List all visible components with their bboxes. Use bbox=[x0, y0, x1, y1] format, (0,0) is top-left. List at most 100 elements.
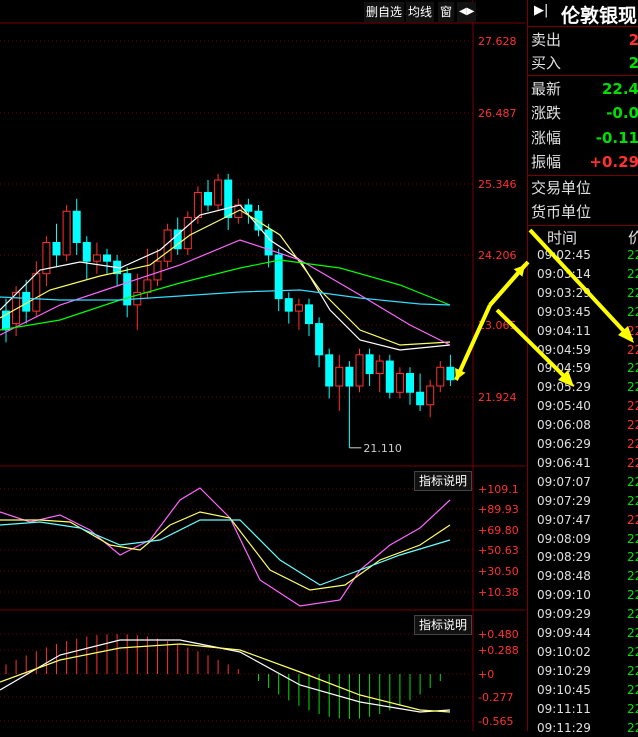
tick-price: 22 bbox=[627, 418, 638, 433]
candle-body bbox=[365, 354, 374, 375]
quote-panel: ▶| 伦敦银现 卖出 2 买入 2 最新 22.4 涨跌 -0.0 涨幅 -0.… bbox=[527, 0, 638, 735]
tick-price: 22 bbox=[627, 682, 638, 697]
change-value: -0.0 bbox=[606, 104, 638, 122]
latest-row: 最新 22.4 bbox=[528, 77, 638, 101]
tick-price: 22 bbox=[627, 607, 638, 622]
tick-price: 22 bbox=[627, 437, 638, 451]
tick-price: 22 bbox=[627, 701, 638, 716]
kdj-j-line bbox=[0, 487, 451, 607]
tick-time: 09:08:29 bbox=[537, 550, 591, 565]
candle-body bbox=[264, 229, 273, 256]
candle-body bbox=[103, 254, 111, 262]
candle-body bbox=[153, 260, 162, 281]
candle-body bbox=[385, 360, 394, 393]
candle-body bbox=[426, 385, 435, 406]
tick-price: 22 bbox=[627, 588, 638, 603]
macd-indicator-explain-button[interactable]: 指标说明 bbox=[414, 615, 472, 635]
price-axis-label: 24.206 bbox=[478, 249, 517, 262]
tick-time: 09:09:10 bbox=[537, 588, 591, 603]
candle-body bbox=[446, 366, 455, 381]
tick-row: 09:11:29 22 bbox=[528, 719, 638, 737]
tick-time: 09:06:29 bbox=[537, 437, 591, 451]
macd-axis-label: -0.565 bbox=[478, 715, 513, 728]
tick-row: 09:08:09 22 bbox=[528, 530, 638, 548]
tick-price: 22 bbox=[627, 626, 638, 640]
macd-axis-label: +0 bbox=[478, 668, 494, 681]
candle-body bbox=[406, 373, 414, 393]
candle-body bbox=[244, 204, 253, 212]
change-row: 涨跌 -0.0 bbox=[528, 101, 638, 125]
candle-body bbox=[315, 323, 324, 356]
tick-row: 09:07:29 22 bbox=[528, 492, 638, 510]
side-nav-arrow-icon[interactable]: ▶| bbox=[534, 3, 548, 18]
candle-body bbox=[224, 179, 233, 219]
pct-value: -0.11 bbox=[595, 129, 638, 147]
tick-price: 22 bbox=[627, 550, 638, 565]
tick-price: 22 bbox=[627, 380, 638, 395]
tick-row: 09:09:44 22 bbox=[528, 624, 638, 642]
tick-time: 09:07:07 bbox=[537, 474, 591, 489]
candle-body bbox=[375, 360, 384, 375]
delete-favorite-button[interactable]: 删自选 bbox=[364, 2, 405, 22]
tick-time: 09:04:11 bbox=[537, 323, 591, 338]
candle-body bbox=[284, 298, 293, 312]
moving-average-button[interactable]: 均线 bbox=[406, 2, 435, 22]
tick-row: 09:10:02 22 bbox=[528, 643, 638, 661]
macd-axis-label: -0.277 bbox=[478, 691, 513, 704]
tick-time: 09:11:29 bbox=[537, 720, 591, 735]
tick-row: 09:04:59 22 bbox=[528, 341, 638, 359]
candle-body bbox=[274, 254, 283, 300]
tick-time: 09:03:45 bbox=[537, 304, 591, 319]
currency-row: 货币单位 bbox=[528, 200, 638, 224]
tick-time: 09:11:11 bbox=[537, 701, 591, 716]
tick-time: 09:07:29 bbox=[537, 493, 591, 508]
tick-price: 22 bbox=[627, 493, 638, 508]
buy-label: 买入 bbox=[531, 54, 562, 72]
price-axis-label: 25.346 bbox=[478, 178, 517, 191]
buy-value: 2 bbox=[628, 54, 638, 72]
tick-row: 09:06:29 22 bbox=[528, 435, 638, 453]
candle-body bbox=[305, 304, 313, 325]
candle-body bbox=[32, 273, 41, 312]
tick-time: 09:05:29 bbox=[537, 380, 591, 395]
pct-row: 涨幅 -0.11 bbox=[528, 126, 638, 150]
tick-row: 09:05:29 22 bbox=[528, 378, 638, 396]
tick-time: 09:02:45 bbox=[537, 248, 591, 262]
candle-body bbox=[335, 366, 344, 387]
price-axis-label: 27.628 bbox=[478, 35, 517, 48]
latest-label: 最新 bbox=[531, 80, 562, 98]
tick-row: 09:10:29 22 bbox=[528, 662, 638, 680]
kdj-indicator-explain-button[interactable]: 指标说明 bbox=[414, 471, 472, 491]
tick-row: 09:11:11 22 bbox=[528, 700, 638, 718]
tick-price: 22 bbox=[627, 304, 638, 319]
kdj-axis-label: +109.1 bbox=[478, 483, 519, 496]
change-label: 涨跌 bbox=[531, 104, 562, 122]
tick-time: 09:03:14 bbox=[537, 266, 591, 281]
pct-label: 涨幅 bbox=[531, 129, 562, 147]
tick-row: 09:03:14 22 bbox=[528, 265, 638, 283]
candle-body bbox=[345, 366, 354, 387]
macd-axis-label: +0.480 bbox=[478, 628, 519, 641]
tick-row: 09:04:11 22 bbox=[528, 322, 638, 340]
tick-time: 09:06:41 bbox=[537, 455, 591, 470]
candle-body bbox=[214, 179, 223, 206]
candle-body bbox=[193, 192, 202, 219]
tick-time: 09:10:02 bbox=[537, 644, 591, 659]
tick-price: 22 bbox=[627, 323, 638, 338]
candle-body bbox=[143, 279, 152, 293]
candle-body bbox=[52, 241, 61, 256]
window-button[interactable]: 窗 bbox=[438, 2, 455, 22]
currency-label: 货币单位 bbox=[531, 203, 592, 221]
tick-row: 09:07:07 22 bbox=[528, 473, 638, 491]
tick-price: 22 bbox=[627, 512, 638, 527]
candle-body bbox=[325, 354, 334, 387]
tick-price: 22 bbox=[627, 455, 638, 470]
tick-price: 22 bbox=[627, 531, 638, 546]
instrument-title: 伦敦银现 bbox=[561, 5, 638, 27]
tick-time: 09:03:29 bbox=[537, 285, 591, 300]
tick-time: 09:05:40 bbox=[537, 399, 591, 414]
arrow-toggle-icon[interactable]: ◀▶ bbox=[457, 2, 477, 22]
tick-row: 09:03:29 22 bbox=[528, 284, 638, 302]
kline-chart-area[interactable]: 27.628 26.487 25.346 24.206 23.065 21.924 +109… bbox=[0, 0, 525, 731]
tick-price: 22 bbox=[627, 720, 638, 735]
